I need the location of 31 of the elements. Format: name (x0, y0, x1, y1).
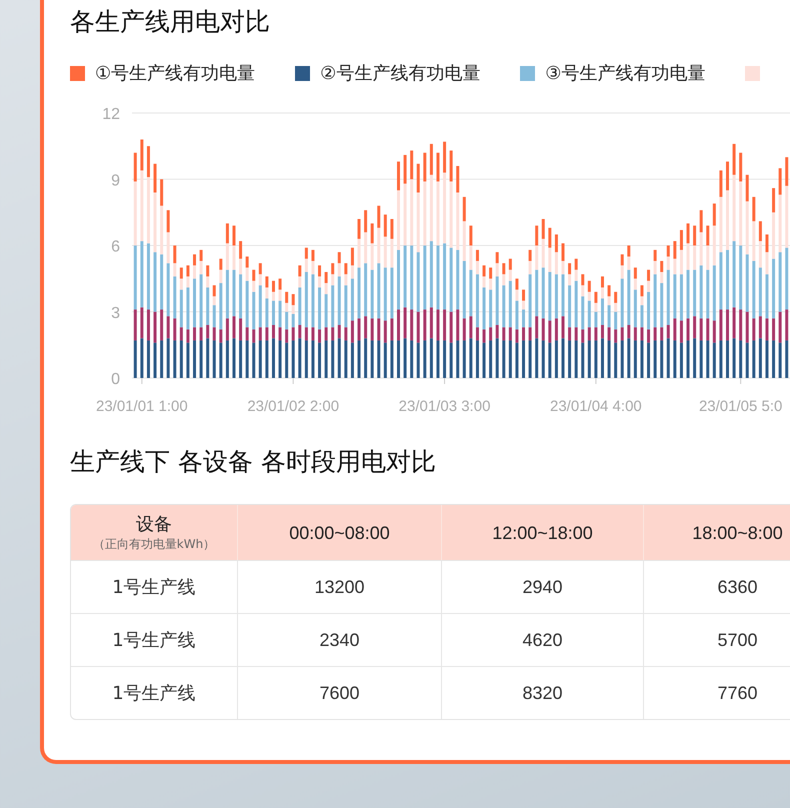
table-cell: 2340 (237, 614, 441, 666)
table-cell: 2940 (441, 561, 643, 613)
legend-label: ①号生产线有功电量 (95, 62, 256, 85)
table-cell: 4620 (441, 614, 643, 666)
axis-label: 9 (111, 172, 120, 190)
axis-label: 23/01/03 3:00 (398, 398, 490, 415)
section-title: 生产线下 各设备 各时段用电对比 (70, 446, 437, 478)
axis-label: 3 (111, 304, 120, 322)
table-cell-text: 1号生产线 (111, 682, 197, 706)
table-cell: 13200 (237, 561, 441, 613)
legend-label: ②号生产线有功电量 (320, 62, 480, 85)
column-header: 12:00~18:00 (441, 505, 643, 560)
axis-label: 0 (111, 371, 120, 388)
axis-label: 23/01/04 4:00 (550, 398, 642, 415)
table-cell-text: 1号生产线 (111, 629, 197, 653)
axis-label: 23/01/01 1:00 (96, 398, 188, 415)
table-cell: 7600 (237, 667, 441, 719)
axis-label: 6 (111, 238, 120, 256)
column-header: 00:00~08:00 (237, 505, 441, 560)
chart-title: 各生产线用电对比 (70, 6, 271, 38)
column-header: 设备 （正向有功电量kWh） (92, 512, 216, 552)
column-header: 18:00~8:00 (643, 505, 790, 560)
table-cell-text: 1号生产线 (111, 576, 197, 600)
table-cell: 7760 (643, 667, 790, 719)
axis-label: 12 (102, 106, 120, 123)
legend-label: ③号生产线有功电量 (545, 62, 706, 85)
axis-label: 23/01/05 5:0 (698, 398, 782, 415)
table-cell: 8320 (441, 667, 643, 719)
table-cell: 5700 (643, 614, 790, 666)
table-cell: 6360 (643, 561, 790, 613)
axis-label: 23/01/02 2:00 (247, 398, 340, 415)
